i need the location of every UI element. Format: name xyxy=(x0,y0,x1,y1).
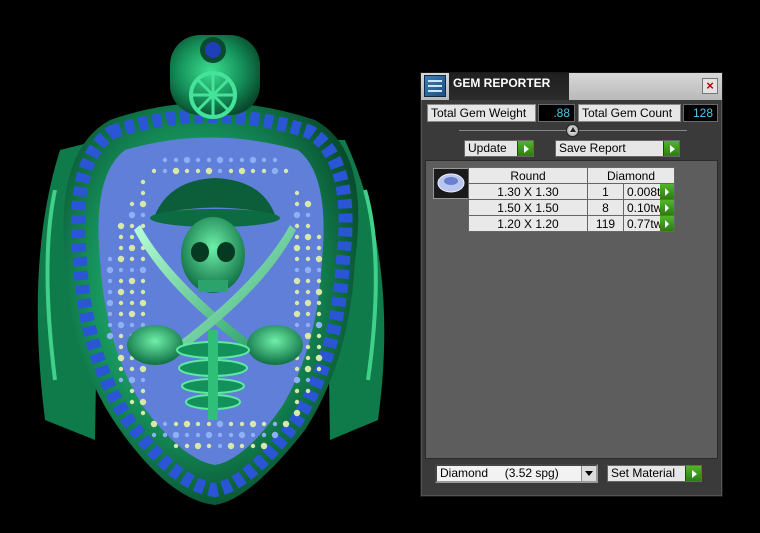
document-list-icon xyxy=(424,75,446,97)
gem-weight-cell: 0.77tw xyxy=(623,215,675,232)
set-material-button-label: Set Material xyxy=(611,466,676,480)
gem-report-table: Round Diamond 1.30 X 1.30 1 0.008tw 1.50… xyxy=(468,167,675,232)
close-icon[interactable]: × xyxy=(702,78,718,94)
table-row: 1.50 X 1.50 8 0.10tw xyxy=(468,199,675,216)
gem-size: 1.50 X 1.50 xyxy=(468,199,588,216)
material-header: Diamond xyxy=(587,167,675,184)
total-gem-count-value: 128 xyxy=(683,104,718,122)
update-button-label: Update xyxy=(468,141,507,155)
gem-size: 1.20 X 1.20 xyxy=(468,215,588,232)
chevron-down-icon[interactable] xyxy=(581,466,596,481)
panel-title: GEM REPORTER xyxy=(449,73,569,100)
total-gem-weight-value: .88 xyxy=(538,104,575,122)
gem-count: 119 xyxy=(587,215,624,232)
save-report-button-label: Save Report xyxy=(559,141,626,155)
gem-count: 1 xyxy=(587,183,624,200)
row-arrow-button[interactable] xyxy=(660,216,674,231)
table-row: 1.30 X 1.30 1 0.008tw xyxy=(468,183,675,200)
row-arrow-button[interactable] xyxy=(660,200,674,215)
report-area: Round Diamond 1.30 X 1.30 1 0.008tw 1.50… xyxy=(425,160,718,459)
shape-header: Round xyxy=(468,167,588,184)
round-gem-thumbnail[interactable] xyxy=(433,168,469,199)
save-report-button[interactable]: Save Report xyxy=(555,140,680,157)
play-arrow-icon xyxy=(517,141,533,156)
gem-count: 8 xyxy=(587,199,624,216)
pirate-skull-pendant-render xyxy=(37,35,385,505)
play-arrow-icon xyxy=(663,141,679,156)
slider-handle[interactable] xyxy=(566,124,579,137)
play-arrow-icon xyxy=(685,466,701,481)
gem-weight: 0.10tw xyxy=(627,200,663,215)
total-gem-weight-label: Total Gem Weight xyxy=(427,104,536,122)
material-select[interactable]: Diamond (3.52 spg) xyxy=(435,464,598,483)
gem-weight: 0.77tw xyxy=(627,216,663,231)
total-gem-count-label: Total Gem Count xyxy=(578,104,681,122)
gem-weight-cell: 0.008tw xyxy=(623,183,675,200)
row-arrow-button[interactable] xyxy=(660,184,674,199)
gem-weight-cell: 0.10tw xyxy=(623,199,675,216)
table-row: 1.20 X 1.20 119 0.77tw xyxy=(468,215,675,232)
gem-size: 1.30 X 1.30 xyxy=(468,183,588,200)
set-material-button[interactable]: Set Material xyxy=(607,465,702,482)
gem-reporter-panel: GEM REPORTER × Total Gem Weight .88 Tota… xyxy=(420,72,723,497)
model-viewport[interactable] xyxy=(0,0,420,533)
update-button[interactable]: Update xyxy=(464,140,534,157)
material-select-value: Diamond (3.52 spg) xyxy=(440,466,559,480)
panel-titlebar[interactable]: GEM REPORTER × xyxy=(421,73,722,100)
